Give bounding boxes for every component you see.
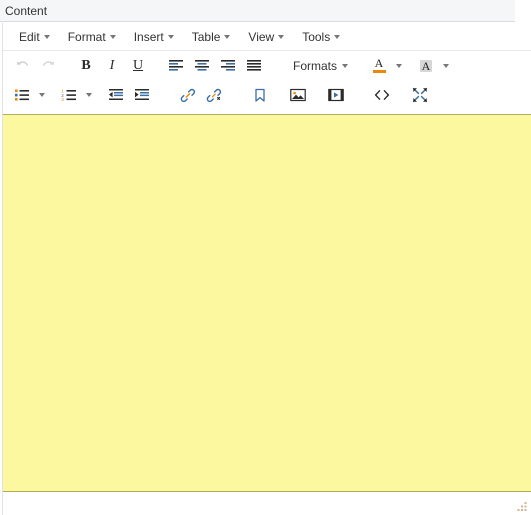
forecolor-dropdown[interactable] [392, 54, 406, 78]
fullscreen-button[interactable] [407, 83, 433, 107]
image-button[interactable] [285, 83, 311, 107]
chevron-down-icon [167, 34, 174, 39]
media-button[interactable] [323, 83, 349, 107]
chevron-down-icon [109, 34, 116, 39]
backcolor-button[interactable]: A [413, 54, 439, 78]
numbered-list-button[interactable]: 1 2 3 [56, 83, 82, 107]
toolbar-row-2: 1 2 3 [3, 80, 531, 110]
unlink-icon [206, 88, 222, 103]
align-right-button[interactable] [215, 54, 241, 78]
menu-view[interactable]: View [240, 28, 292, 46]
chevron-down-icon [224, 34, 231, 39]
outdent-icon [108, 88, 124, 102]
underline-icon: U [132, 57, 144, 73]
align-left-icon [168, 59, 184, 73]
redo-icon [41, 58, 56, 73]
source-code-button[interactable] [369, 83, 395, 107]
resize-handle-icon[interactable] [516, 501, 528, 513]
backcolor-letter: A [421, 58, 431, 73]
undo-button[interactable] [9, 54, 35, 78]
bold-icon: B [81, 57, 91, 73]
svg-text:3: 3 [61, 97, 64, 102]
forecolor-button[interactable]: A [366, 54, 392, 78]
italic-button[interactable]: I [99, 54, 125, 78]
code-icon [374, 89, 390, 101]
numbered-list-dropdown[interactable] [82, 83, 96, 107]
chevron-down-icon [342, 63, 349, 68]
fullscreen-icon [412, 87, 428, 103]
formats-label: Formats [293, 58, 338, 73]
bullet-list-dropdown[interactable] [35, 83, 49, 107]
bookmark-icon [253, 88, 267, 103]
toolbar-row-1: B I U Formats A A [3, 51, 531, 80]
anchor-button[interactable] [247, 83, 273, 107]
bullet-list-icon [14, 88, 30, 102]
undo-icon [15, 58, 30, 73]
formats-dropdown[interactable]: Formats [287, 56, 354, 76]
link-icon [180, 88, 196, 103]
numbered-list-icon: 1 2 3 [61, 88, 77, 102]
chevron-down-icon [86, 93, 92, 97]
chevron-down-icon [39, 93, 45, 97]
forecolor-letter: A [374, 56, 384, 70]
outdent-button[interactable] [103, 83, 129, 107]
chevron-down-icon [43, 34, 50, 39]
indent-button[interactable] [129, 83, 155, 107]
bold-button[interactable]: B [73, 54, 99, 78]
italic-icon: I [109, 57, 115, 73]
link-button[interactable] [175, 83, 201, 107]
align-justify-button[interactable] [241, 54, 267, 78]
chevron-down-icon [443, 63, 450, 68]
menu-table[interactable]: Table [184, 28, 239, 46]
menu-insert-label: Insert [133, 29, 164, 44]
menu-insert[interactable]: Insert [126, 28, 182, 46]
field-label: Content [5, 4, 48, 18]
menu-format-label: Format [67, 29, 106, 44]
top-bar [0, 0, 515, 22]
align-justify-icon [246, 59, 262, 73]
image-icon [290, 88, 306, 102]
align-center-button[interactable] [189, 54, 215, 78]
chevron-down-icon [396, 63, 403, 68]
chevron-down-icon [334, 34, 341, 39]
unlink-button[interactable] [201, 83, 227, 107]
redo-button[interactable] [35, 54, 61, 78]
menu-view-label: View [248, 29, 275, 44]
forecolor-swatch [372, 70, 386, 73]
menu-edit-label: Edit [19, 29, 40, 44]
chevron-down-icon [278, 34, 285, 39]
underline-button[interactable]: U [125, 54, 151, 78]
menu-format[interactable]: Format [60, 28, 124, 46]
align-right-icon [220, 59, 236, 73]
editor-statusbar [2, 493, 531, 515]
background-color-icon: A [419, 58, 433, 73]
bullet-list-button[interactable] [9, 83, 35, 107]
menu-tools[interactable]: Tools [294, 28, 348, 46]
align-left-button[interactable] [163, 54, 189, 78]
menubar: Edit Format Insert Table View Tools [3, 23, 531, 51]
media-icon [328, 88, 344, 102]
align-center-icon [194, 59, 210, 73]
editor-text[interactable] [3, 115, 531, 491]
text-color-icon: A [372, 56, 386, 73]
backcolor-dropdown[interactable] [439, 54, 453, 78]
menu-edit[interactable]: Edit [11, 28, 58, 46]
editor-content-area[interactable] [3, 114, 531, 492]
menu-table-label: Table [191, 29, 221, 44]
menu-tools-label: Tools [302, 29, 331, 44]
indent-icon [134, 88, 150, 102]
